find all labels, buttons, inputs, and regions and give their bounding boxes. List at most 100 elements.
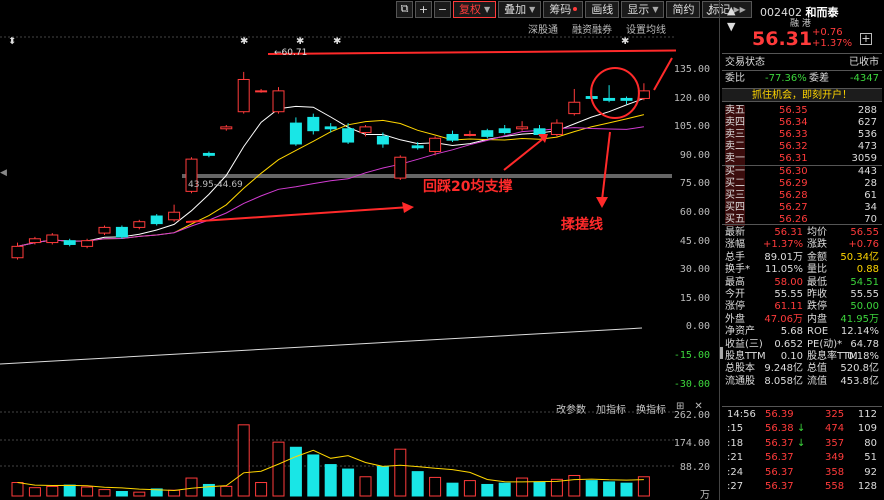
volume-bar <box>168 489 181 497</box>
ask-label: 卖五 <box>725 105 745 117</box>
weibi-row: 委比 -77.36% 委差 -4347 <box>723 73 881 85</box>
candle-body <box>498 128 511 134</box>
tick-volume: 357 <box>825 437 845 449</box>
ask-price: 56.32 <box>779 141 808 152</box>
zoom-out-button[interactable]: − <box>434 0 451 18</box>
volume-bar <box>255 482 268 497</box>
tick-row: :15 56.38 ↓ 474 109 <box>723 423 881 435</box>
ask-price: 56.35 <box>779 105 808 116</box>
tick-count: 128 <box>857 481 877 492</box>
tick-price: 56.37 <box>765 481 794 492</box>
volume-chart[interactable] <box>0 400 676 500</box>
volume-bar <box>620 482 633 497</box>
stat-value: 453.8亿 <box>840 375 879 387</box>
stat-value: 50.34亿 <box>840 251 879 263</box>
bid-row: 买四 56.27 34 <box>723 202 881 214</box>
tick-count: 92 <box>864 466 877 478</box>
ask-volume: 627 <box>857 117 877 128</box>
stat-value: 89.01万 <box>764 251 803 263</box>
tick-price: 56.37 <box>765 437 794 449</box>
stat-value: 9.248亿 <box>764 363 803 375</box>
volume-bar <box>342 468 355 497</box>
stat-value: 64.78 <box>850 338 879 350</box>
stat-value: +0.76 <box>848 239 879 251</box>
stat-label: 最新 <box>725 227 745 238</box>
price-change: +0.76 <box>812 27 843 38</box>
stat-label: 跌停 <box>807 301 827 313</box>
tick-row: 14:56 56.39 325 112 <box>723 409 881 421</box>
stat-value: +1.37% <box>763 239 804 251</box>
add-watchlist-button[interactable]: + <box>860 33 872 45</box>
candle-body <box>550 122 563 135</box>
zoom-in-button[interactable]: + <box>415 0 432 18</box>
candle-body <box>202 152 215 156</box>
stat-row: 流通股 8.058亿 流值 453.8亿 <box>723 376 881 388</box>
jianyue-button[interactable]: 简约 <box>666 0 701 18</box>
stat-value: 55.55 <box>850 289 879 300</box>
candle-body <box>637 90 650 99</box>
chevron-down-icon[interactable]: ⌄ <box>704 4 714 18</box>
stat-value: 55.55 <box>774 289 803 300</box>
promo-banner[interactable]: 抓住机会，即刻开户！ <box>722 88 882 102</box>
stat-row: 涨停 61.11 跌停 50.00 <box>723 301 881 313</box>
volume-bar <box>220 485 233 497</box>
bid-volume: 28 <box>864 178 877 189</box>
stat-label: 总手 <box>725 251 745 263</box>
volume-bar <box>603 481 616 497</box>
range-price-label: 43.95-44.69 <box>188 180 243 190</box>
stat-label: 总股本 <box>725 363 755 375</box>
divider <box>722 70 882 71</box>
ask-row: 卖一 56.31 3059 <box>723 153 881 165</box>
bid-row: 买三 56.28 61 <box>723 190 881 202</box>
ask-price: 56.31 <box>779 153 808 164</box>
volume-bar <box>394 448 407 497</box>
stat-row: 总手 89.01万 金额 50.34亿 <box>723 252 881 264</box>
tick-row: :21 56.37 349 51 <box>723 452 881 464</box>
stat-label: 外盘 <box>725 313 745 325</box>
y-tick-label: 75.00 <box>679 178 710 190</box>
last-price: 56.31 <box>752 28 813 50</box>
stat-label: 股息TTM <box>725 351 766 362</box>
candle-body <box>272 90 285 113</box>
volume-bar <box>585 480 598 497</box>
candle-body <box>115 226 128 238</box>
fuquan-dropdown[interactable]: 复权 ▼ <box>453 0 497 18</box>
vol-tick-label: 262.00 <box>673 410 710 421</box>
weibi-value: -77.36% <box>765 73 807 84</box>
y-tick-label: 15.00 <box>679 292 710 304</box>
huaxian-button[interactable]: 画线 <box>585 0 620 18</box>
copy-icon[interactable]: ⧉ <box>396 0 413 18</box>
volume-bar <box>63 484 76 497</box>
tick-count: 109 <box>857 423 877 435</box>
divider <box>722 406 882 407</box>
stat-label: 均价 <box>807 227 827 238</box>
chouma-button[interactable]: 筹码 <box>543 0 584 18</box>
chart-toolbar: ⧉ + − 复权 ▼ 叠加 ▼ 筹码 画线 显示 ▼ 简约 标记 ▶▶ <box>396 0 754 18</box>
divider <box>722 53 882 54</box>
stat-value: 56.55 <box>850 227 879 238</box>
stat-value: 8.058亿 <box>764 375 803 387</box>
candle-body <box>603 97 616 101</box>
candle-body <box>342 128 355 143</box>
kline-chart[interactable] <box>0 32 676 394</box>
bid-label: 买二 <box>725 178 745 190</box>
status-row: 交易状态 已收市 <box>723 57 881 69</box>
stat-label: 流值 <box>807 375 827 387</box>
stat-value: 0.652 <box>774 338 803 350</box>
volume-bar <box>376 466 389 497</box>
y-tick-label: 135.00 <box>673 64 710 75</box>
volume-bar <box>324 464 337 497</box>
xianshi-dropdown[interactable]: 显示 ▼ <box>621 0 665 18</box>
y-tick-label: 30.00 <box>679 264 710 276</box>
tick-count: 51 <box>864 452 877 464</box>
diejia-dropdown[interactable]: 叠加 ▼ <box>498 0 542 18</box>
stat-label: 净资产 <box>725 326 755 338</box>
stat-value: 0.10 <box>780 351 803 362</box>
vol-tick-label: 万 <box>700 490 710 500</box>
ask-volume: 473 <box>857 141 877 152</box>
tick-row: :18 56.37 ↓ 357 80 <box>723 438 881 450</box>
status-label: 交易状态 <box>725 57 765 68</box>
candle-body <box>289 122 302 145</box>
candle-body <box>429 137 442 153</box>
candle-body <box>150 215 163 225</box>
